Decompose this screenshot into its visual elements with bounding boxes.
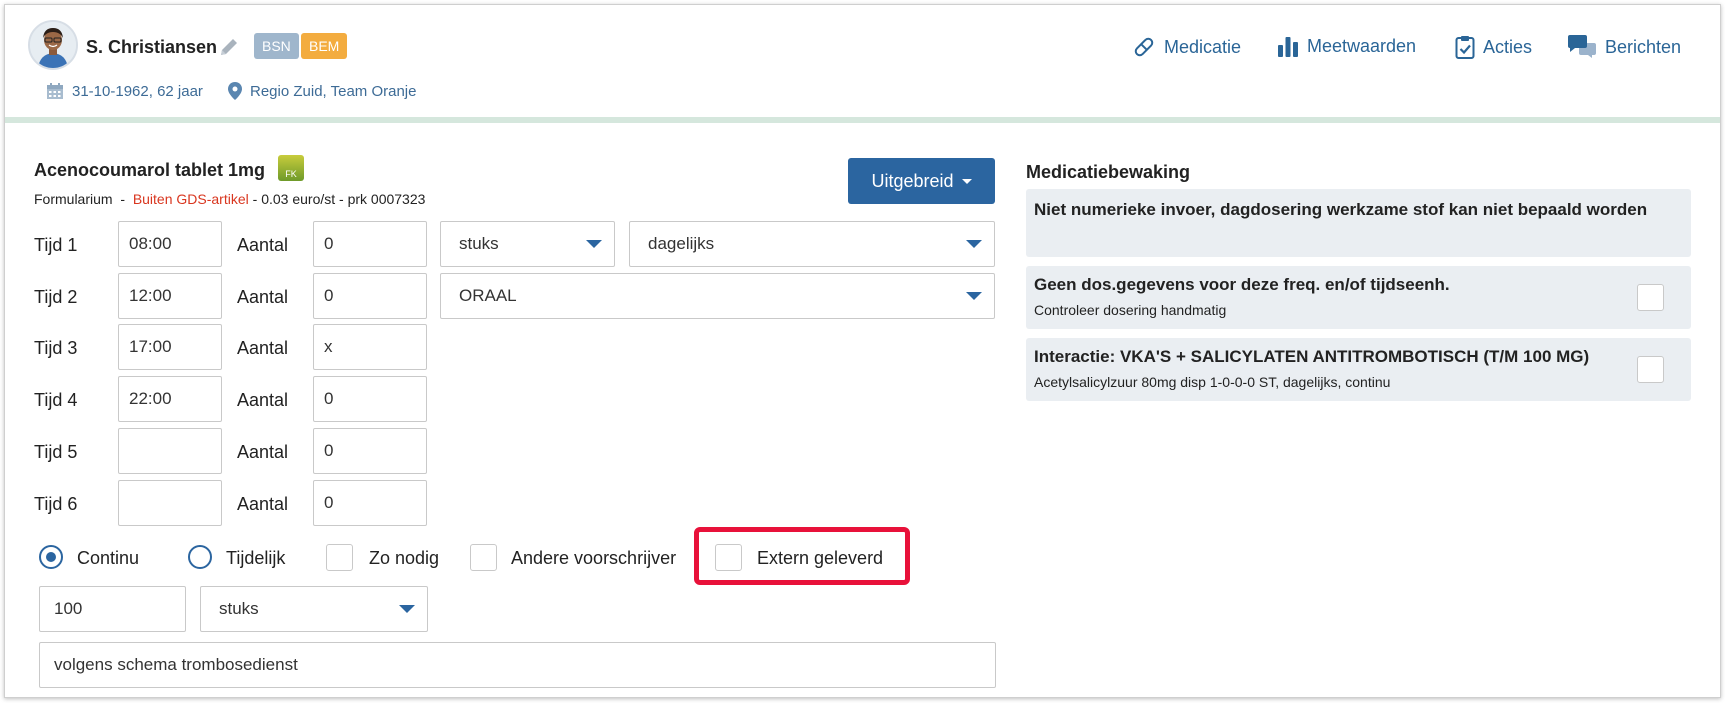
quantity-input[interactable]: 100 [39,586,186,632]
aantal-5-input[interactable]: 0 [313,428,427,474]
price-label: - 0.03 euro/st - prk 0007323 [252,191,426,207]
medicatiebewaking-title: Medicatiebewaking [1026,162,1191,182]
pencil-icon[interactable] [217,35,241,59]
patient-name: S. Christiansen [86,37,218,57]
bewaking-item-checkbox[interactable] [1637,356,1664,383]
tijd-1-time-input[interactable]: 08:00 [118,221,222,267]
gds-label: Buiten GDS-artikel [132,191,249,207]
dropdown-arrow-icon [586,240,602,248]
aantal-3-label: Aantal [237,338,289,358]
tijd-1-label: Tijd 1 [34,235,78,255]
bewaking-item-title: Geen dos.gegevens voor deze freq. en/of … [1034,275,1450,294]
fk-icon: FK [278,155,304,181]
route-select-value: ORAAL [459,286,517,305]
aantal-2-input[interactable]: 0 [313,273,427,319]
bewaking-item-subtitle: Acetylsalicylzuur 80mg disp 1-0-0-0 ST, … [1034,374,1391,390]
uitgebreid-label: Uitgebreid [871,170,954,191]
app-window: S. Christiansen BSN BEM 31-10-1962, 62 j… [4,4,1721,698]
aantal-2-label: Aantal [237,287,289,307]
dropdown-arrow-icon [966,292,982,300]
chat-bubbles-icon [1568,35,1596,58]
andere-voorschrijver-checkbox[interactable] [470,544,497,571]
aantal-6-input[interactable]: 0 [313,480,427,526]
tijd-2-time-input[interactable]: 12:00 [118,273,222,319]
continu-radio[interactable] [39,545,63,569]
quantity-unit-value: stuks [219,599,259,618]
tijd-4-time-input[interactable]: 22:00 [118,376,222,422]
formularium-label: Formularium [34,191,113,207]
aantal-6-label: Aantal [237,494,289,514]
bewaking-item-title: Interactie: VKA'S + SALICYLATEN ANTITROM… [1034,347,1590,366]
nav-acties-label: Acties [1483,36,1533,57]
dob-text: 31-10-1962, 62 jaar [72,82,203,100]
zo-nodig-checkbox[interactable] [326,544,353,571]
bewaking-item: Geen dos.gegevens voor deze freq. en/of … [1026,266,1691,329]
map-pin-icon [228,82,242,100]
continu-label: Continu [77,548,140,568]
nav-medicatie-label: Medicatie [1164,36,1242,57]
bewaking-item-title: Niet numerieke invoer, dagdosering werkz… [1034,200,1648,219]
bar-chart-icon [1278,37,1298,57]
zo-nodig-label: Zo nodig [369,548,440,568]
calendar-icon [47,83,63,99]
bewaking-item-subtitle: Controleer dosering handmatig [1034,302,1227,318]
aantal-1-input[interactable]: 0 [313,221,427,267]
tijdelijk-radio[interactable] [188,545,212,569]
bewaking-item: Niet numerieke invoer, dagdosering werkz… [1026,189,1691,257]
tijd-2-label: Tijd 2 [34,287,78,307]
nav-berichten-label: Berichten [1605,36,1682,57]
aantal-4-label: Aantal [237,390,289,410]
nav-meetwaarden[interactable]: Meetwaarden [1277,35,1416,57]
quantity-unit-select[interactable]: stuks [200,586,428,632]
drug-subtitle: Formularium - Buiten GDS-artikel - 0.03 … [34,191,425,207]
aantal-1-label: Aantal [237,235,289,255]
clipboard-check-icon [1455,36,1475,59]
aantal-4-input[interactable]: 0 [313,376,427,422]
aantal-3-input[interactable]: x [313,324,427,370]
patient-region: Regio Zuid, Team Oranje [228,82,416,100]
unit-select[interactable]: stuks [440,221,615,267]
patient-dob: 31-10-1962, 62 jaar [46,82,203,100]
uitgebreid-button[interactable]: Uitgebreid [848,158,995,204]
bem-badge: BEM [301,33,348,59]
tijd-4-label: Tijd 4 [34,390,78,410]
caret-down-icon [961,178,972,184]
dropdown-arrow-icon [399,605,415,613]
patient-header: S. Christiansen BSN BEM 31-10-1962, 62 j… [5,5,1720,117]
region-text: Regio Zuid, Team Oranje [250,82,417,100]
nav-berichten[interactable]: Berichten [1567,35,1681,59]
route-select[interactable]: ORAAL [440,273,995,319]
bewaking-item-checkbox[interactable] [1637,284,1664,311]
frequency-select[interactable]: dagelijks [629,221,995,267]
nav-meetwaarden-label: Meetwaarden [1307,35,1417,56]
tijd-5-label: Tijd 5 [34,442,78,462]
aantal-5-label: Aantal [237,442,289,462]
extern-geleverd-highlight [694,527,910,585]
patient-avatar [28,20,78,70]
tijd-6-label: Tijd 6 [34,494,78,514]
bewaking-item: Interactie: VKA'S + SALICYLATEN ANTITROM… [1026,338,1691,401]
tijd-3-time-input[interactable]: 17:00 [118,324,222,370]
instruction-input[interactable]: volgens schema trombosedienst [39,642,996,688]
header-divider [5,117,1720,123]
bsn-badge: BSN [254,33,299,59]
nav-medicatie[interactable]: Medicatie [1132,35,1241,59]
tijd-3-label: Tijd 3 [34,338,78,358]
tijd-5-time-input[interactable] [118,428,222,474]
andere-voorschrijver-label: Andere voorschrijver [511,548,677,568]
nav-acties[interactable]: Acties [1455,35,1532,59]
tijdelijk-label: Tijdelijk [226,548,286,568]
unit-select-value: stuks [459,234,499,253]
pill-icon [1134,37,1154,57]
tijd-6-time-input[interactable] [118,480,222,526]
frequency-select-value: dagelijks [648,234,715,253]
drug-name: Acenocoumarol tablet 1mg [34,160,266,180]
dropdown-arrow-icon [966,240,982,248]
subtitle-separator: - [120,191,126,207]
